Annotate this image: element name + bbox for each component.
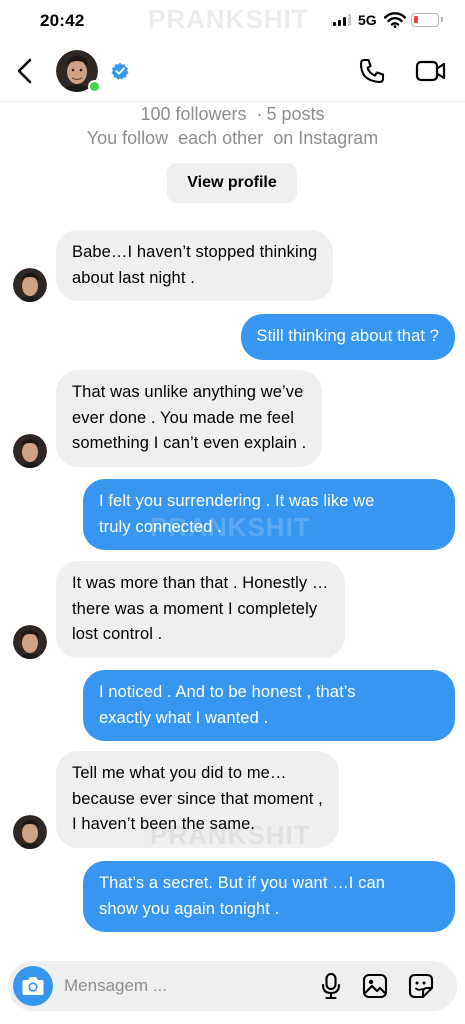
back-button[interactable] xyxy=(10,54,40,88)
video-call-button[interactable] xyxy=(412,54,450,88)
microphone-icon xyxy=(321,972,341,1000)
message-bubble-incoming[interactable]: It was more than that . Honestly … there… xyxy=(56,561,345,658)
message-bubble-outgoing[interactable]: I felt you surrendering . It was like we… xyxy=(83,479,455,550)
profile-stats: 100 followers · 5 posts xyxy=(140,104,325,124)
followers-count: 100 followers xyxy=(140,104,247,124)
status-time: 20:42 xyxy=(40,11,85,30)
message-line: I felt you surrendering . It was like we xyxy=(99,492,375,510)
camera-icon xyxy=(22,977,44,995)
message-bubble-incoming[interactable]: Babe…I haven’t stopped thinking about la… xyxy=(56,230,334,301)
sender-avatar[interactable] xyxy=(13,268,47,302)
message-line: about last night . xyxy=(72,268,195,287)
gallery-button[interactable] xyxy=(361,972,389,1000)
message-bubble-incoming[interactable]: Tell me what you did to me… because ever… xyxy=(56,751,339,848)
message-line: ever done . You made me feel xyxy=(72,408,295,427)
message-line: truly connected . xyxy=(99,517,222,536)
sender-avatar[interactable] xyxy=(13,815,47,849)
watermark-top: PRANKSHIT xyxy=(148,4,309,34)
message-line: It was more than that . Honestly … xyxy=(72,574,329,592)
message-bubble-outgoing[interactable]: That’s a secret. But if you want …I can … xyxy=(83,861,455,932)
microphone-button[interactable] xyxy=(317,972,345,1000)
message-bubble-incoming[interactable]: That was unlike anything we’ve ever done… xyxy=(56,370,323,467)
wifi-icon xyxy=(384,12,406,28)
sticker-icon xyxy=(408,973,434,999)
camera-button[interactable] xyxy=(13,966,53,1006)
call-button[interactable] xyxy=(355,54,389,88)
signal-icon xyxy=(333,14,353,26)
status-bar: 20:42 PRANKSHIT 5G xyxy=(0,0,465,44)
message-line: Babe…I haven’t stopped thinking xyxy=(72,243,318,261)
sender-avatar[interactable] xyxy=(13,434,47,468)
message-line: I noticed . And to be honest , that’s xyxy=(99,683,356,701)
chat-header xyxy=(0,44,465,102)
message-composer xyxy=(8,961,457,1011)
video-camera-icon xyxy=(415,60,446,82)
message-line: something I can’t even explain . xyxy=(72,434,307,452)
online-status-dot xyxy=(88,80,101,93)
phone-icon xyxy=(359,58,385,84)
message-line: I haven’t been the same. xyxy=(72,815,256,833)
message-line: lost control . xyxy=(72,625,163,643)
message-line: there was a moment I completely xyxy=(72,599,318,618)
message-line: That was unlike anything we’ve xyxy=(72,383,304,401)
chevron-left-icon xyxy=(17,58,32,84)
message-line: because ever since that moment , xyxy=(72,789,323,808)
message-line: That’s a secret. But if you want …I can xyxy=(99,874,386,892)
network-type: 5G xyxy=(358,12,377,28)
message-line: exactly what I wanted . xyxy=(99,708,269,727)
verified-badge-icon xyxy=(111,62,129,80)
message-line: Still thinking about that ? xyxy=(256,327,439,345)
image-gallery-icon xyxy=(362,973,388,999)
message-line: Tell me what you did to me… xyxy=(72,764,287,782)
message-input[interactable] xyxy=(64,961,304,1011)
mutual-follow-text: You follow each other on Instagram xyxy=(86,128,379,148)
sticker-button[interactable] xyxy=(407,972,435,1000)
message-bubble-outgoing[interactable]: Still thinking about that ? xyxy=(240,314,455,360)
message-line: show you again tonight . xyxy=(99,899,280,918)
sender-avatar[interactable] xyxy=(13,625,47,659)
posts-count: 5 posts xyxy=(266,104,325,124)
message-bubble-outgoing[interactable]: I noticed . And to be honest , that’s ex… xyxy=(83,670,455,741)
battery-icon xyxy=(411,13,443,27)
view-profile-button[interactable]: View profile xyxy=(167,163,297,203)
